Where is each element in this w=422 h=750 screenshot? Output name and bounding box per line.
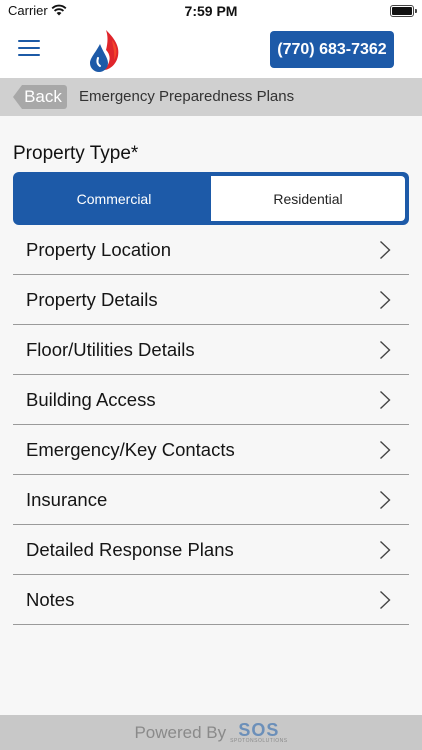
chevron-right-icon <box>380 590 391 610</box>
chevron-right-icon <box>380 490 391 510</box>
list-item-label: Floor/Utilities Details <box>26 338 195 360</box>
chevron-right-icon <box>380 390 391 410</box>
chevron-right-icon <box>380 340 391 360</box>
hamburger-menu-icon[interactable] <box>18 40 40 58</box>
list-item-label: Building Access <box>26 388 156 410</box>
chevron-right-icon <box>380 290 391 310</box>
status-bar: Carrier 7:59 PM <box>0 0 422 24</box>
segment-commercial[interactable]: Commercial <box>17 176 211 221</box>
list-item-label: Notes <box>26 588 75 610</box>
list-item-insurance[interactable]: Insurance <box>13 475 409 525</box>
chevron-right-icon <box>380 540 391 560</box>
list-item-notes[interactable]: Notes <box>13 575 409 625</box>
list-item-label: Detailed Response Plans <box>26 538 234 560</box>
chevron-right-icon <box>380 240 391 260</box>
list-item-floor-utilities-details[interactable]: Floor/Utilities Details <box>13 325 409 375</box>
page-title: Emergency Preparedness Plans <box>79 88 295 105</box>
back-button[interactable]: Back <box>13 85 67 109</box>
list-item-property-location[interactable]: Property Location <box>13 225 409 275</box>
property-type-label: Property Type* <box>13 143 139 164</box>
list-item-label: Property Location <box>26 238 172 260</box>
clock: 7:59 PM <box>184 3 238 19</box>
navigation-bar: Back Emergency Preparedness Plans <box>0 78 422 116</box>
list-item-detailed-response-plans[interactable]: Detailed Response Plans <box>13 525 409 575</box>
powered-by-footer: Powered By SOS SPOTONSOLUTIONS <box>0 715 422 750</box>
list-item-label: Property Details <box>26 288 158 310</box>
chevron-right-icon <box>380 440 391 460</box>
sos-brand-logo: SOS SPOTONSOLUTIONS <box>230 721 287 744</box>
list-item-building-access[interactable]: Building Access <box>13 375 409 425</box>
segment-residential[interactable]: Residential <box>211 176 405 221</box>
list-item-emergency-key-contacts[interactable]: Emergency/Key Contacts <box>13 425 409 475</box>
list-item-label: Insurance <box>26 488 108 510</box>
sos-brand-name: SOS <box>238 720 280 740</box>
call-phone-button[interactable]: (770) 683-7362 <box>270 31 394 68</box>
list-item-property-details[interactable]: Property Details <box>13 275 409 325</box>
sos-brand-subtitle: SPOTONSOLUTIONS <box>230 738 288 744</box>
battery-icon <box>390 5 414 17</box>
app-header: (770) 683-7362 <box>0 24 422 78</box>
section-list: Property Location Property Details Floor… <box>13 225 409 625</box>
list-item-label: Emergency/Key Contacts <box>26 438 235 460</box>
powered-by-label: Powered By <box>134 722 227 742</box>
property-type-segmented-control: Commercial Residential <box>13 172 409 225</box>
app-logo <box>90 30 119 72</box>
